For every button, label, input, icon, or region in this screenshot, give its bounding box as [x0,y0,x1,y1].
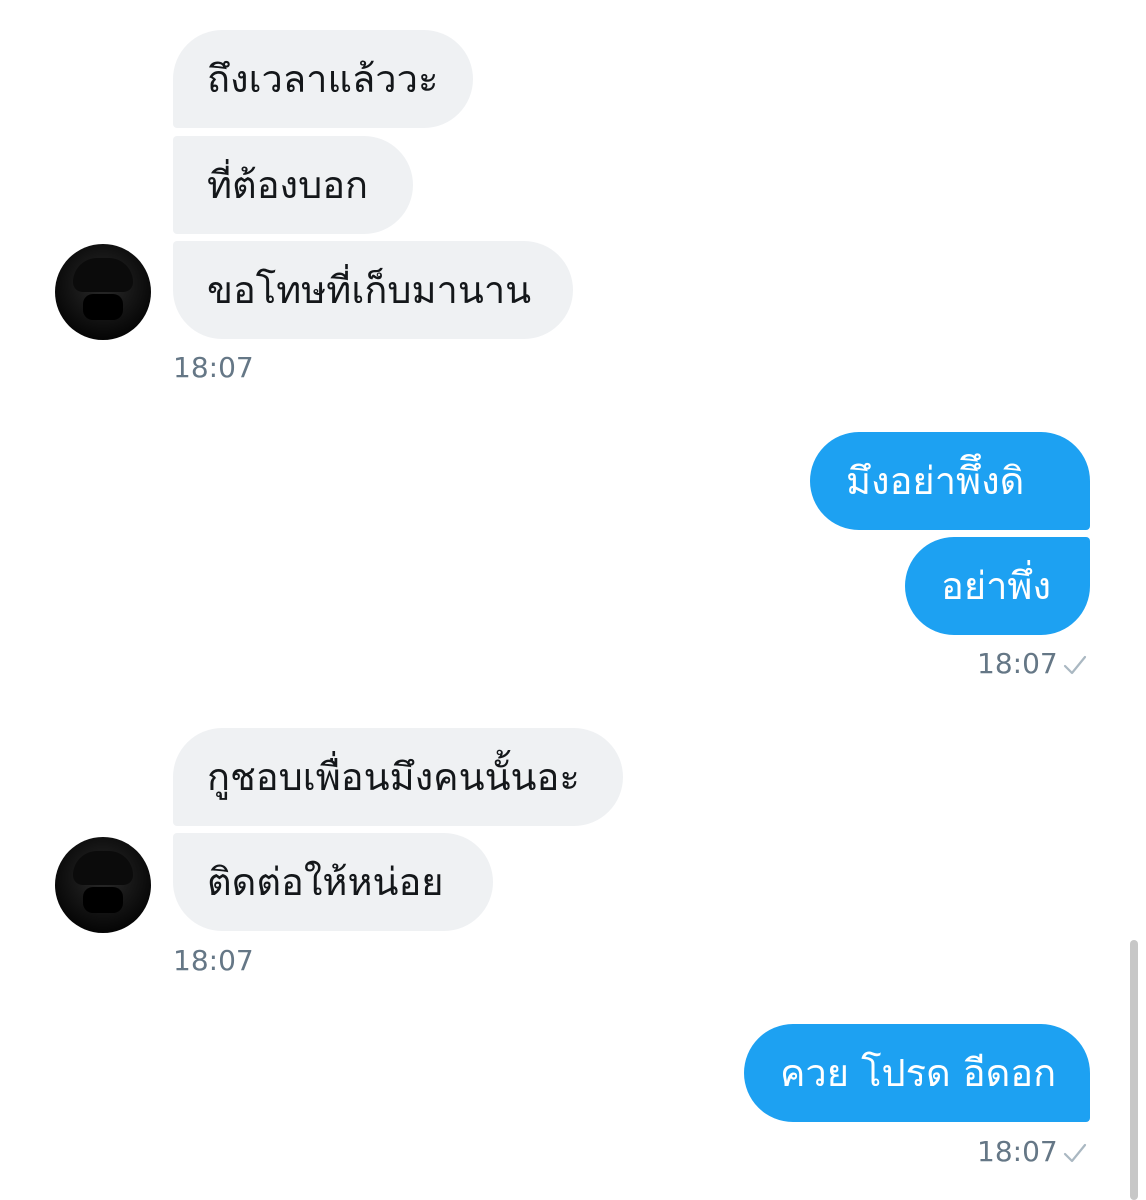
check-icon [1063,1143,1087,1163]
message-text: กูชอบเพื่อนมึงคนนั้นอะ [207,755,580,799]
outgoing-message[interactable]: ควย โปรด อีดอก [744,1024,1090,1122]
message-text: ที่ต้องบอก [207,163,369,207]
message-text: ขอโทษที่เก็บมานาน [207,268,532,312]
incoming-message[interactable]: ที่ต้องบอก [173,136,413,234]
incoming-message[interactable]: ถึงเวลาแล้ววะ [173,30,473,128]
check-icon [1063,655,1087,675]
scrollbar[interactable] [1130,940,1138,1200]
message-text: อย่าพึ่ง [941,564,1052,608]
sender-avatar[interactable] [55,244,151,340]
outgoing-message[interactable]: มึงอย่าพึึงดิ [810,432,1090,530]
message-timestamp: 18:07 [977,1135,1058,1168]
message-text: ถึงเวลาแล้ววะ [207,57,439,101]
message-timestamp: 18:07 [173,351,254,384]
sender-avatar[interactable] [55,837,151,933]
dm-conversation: ถึงเวลาแล้ววะ ที่ต้องบอก ขอโทษที่เก็บมาน… [0,0,1146,1200]
message-text: ควย โปรด อีดอก [780,1051,1057,1095]
incoming-message[interactable]: กูชอบเพื่อนมึงคนนั้นอะ [173,728,623,826]
message-timestamp: 18:07 [173,944,254,977]
message-timestamp: 18:07 [977,647,1058,680]
message-text: ติดต่อให้หน่อย [207,860,444,904]
outgoing-message[interactable]: อย่าพึ่ง [905,537,1090,635]
message-text: มึงอย่าพึึงดิ [846,459,1025,503]
incoming-message[interactable]: ติดต่อให้หน่อย [173,833,493,931]
incoming-message[interactable]: ขอโทษที่เก็บมานาน [173,241,573,339]
